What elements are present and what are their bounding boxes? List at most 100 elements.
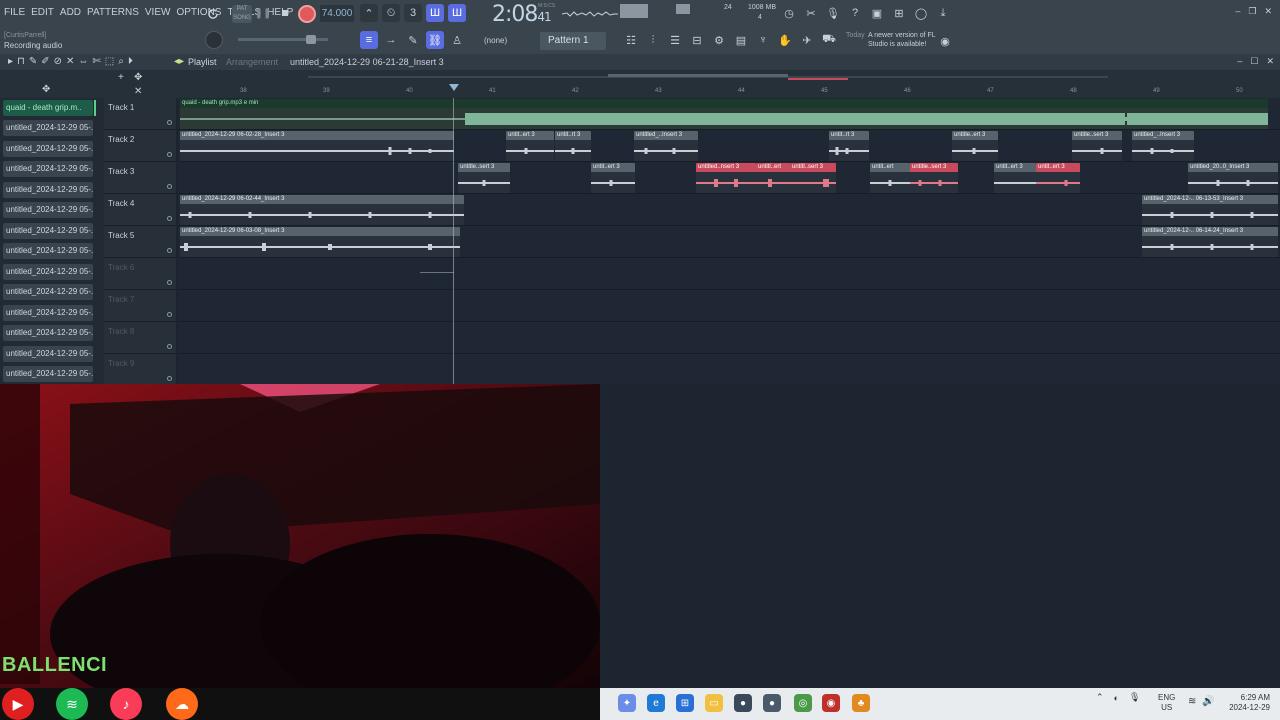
select-icon[interactable]: ⬚ — [105, 56, 114, 67]
track-toggle[interactable] — [167, 280, 172, 285]
mute-icon[interactable]: ✕ — [66, 56, 74, 67]
audio-clip[interactable]: untit..ert 3 — [506, 131, 554, 161]
explorer-icon[interactable]: ▭ — [705, 694, 723, 712]
plugin-picker-icon[interactable]: ⚙ — [710, 31, 728, 49]
piano-roll-icon[interactable]: ☰ — [666, 31, 684, 49]
master-volume-knob[interactable] — [205, 31, 223, 49]
browser-item[interactable]: untitled_2024-12-29 05-.. — [3, 182, 93, 198]
audio-clip[interactable]: untitled_2024-12-.. 06-13-53_Insert 3 — [1142, 195, 1278, 225]
audio-clip[interactable]: untitl..sert 3 — [790, 163, 836, 193]
audio-clip[interactable]: untitle..sert 3 — [910, 163, 958, 193]
browser-icon[interactable]: ⊟ — [688, 31, 706, 49]
track-header[interactable]: Track 9 — [104, 354, 176, 386]
store-icon[interactable]: ⊞ — [676, 694, 694, 712]
playhead-marker[interactable] — [449, 84, 459, 91]
playlist-maximize-icon[interactable]: ☐ — [1250, 56, 1258, 67]
audio-clip[interactable]: untitle..sert 3 — [1072, 131, 1122, 161]
cart-icon[interactable]: ⛟ — [820, 31, 838, 49]
audio-clip[interactable]: quaid - death grip.mp3 e min — [180, 99, 1268, 129]
cut-icon[interactable]: ✂ — [802, 4, 820, 22]
track-toggle[interactable] — [167, 152, 172, 157]
touch-icon[interactable]: ✋ — [776, 31, 794, 49]
mixer-icon[interactable]: ⫶ — [644, 31, 662, 49]
audio-clip[interactable]: untit..ert — [870, 163, 910, 193]
globe-icon[interactable]: ◉ — [936, 32, 954, 50]
track-toggle[interactable] — [167, 376, 172, 381]
browser-item[interactable]: untitled_2024-12-29 05-.. — [3, 141, 93, 157]
step-edit-icon[interactable]: Ш — [426, 4, 444, 22]
channel-rack-icon[interactable]: ☷ — [622, 31, 640, 49]
wait-icon[interactable]: ⏲ — [382, 4, 400, 22]
timeline-ruler[interactable]: 38 39 40 41 42 43 44 45 46 47 48 49 50 — [178, 70, 1280, 98]
browser-item[interactable]: untitled_2024-12-29 05-.. — [3, 264, 93, 280]
pattern-song-toggle[interactable]: PAT SONG — [232, 5, 252, 23]
audio-clip[interactable]: untitled_2024-12-29 06-02-44_Insert 3 — [180, 195, 464, 225]
refresh-icon[interactable] — [204, 5, 222, 23]
browser-item[interactable]: untitled_2024-12-29 05-.. — [3, 243, 93, 259]
delete-icon[interactable]: ⊘ — [54, 56, 62, 67]
countdown-icon[interactable]: 3 — [404, 4, 422, 22]
wifi-icon[interactable]: ≋ — [1188, 696, 1196, 707]
audio-clip[interactable]: untit..ert 3 — [591, 163, 635, 193]
stop-button[interactable] — [278, 6, 292, 20]
track-header[interactable]: Track 2 — [104, 130, 176, 162]
track-header[interactable]: Track 1 — [104, 98, 176, 130]
browser-item[interactable]: untitled_2024-12-29 05-.. — [3, 284, 93, 300]
magnet-icon[interactable]: ⊓ — [17, 56, 25, 67]
playlist-icon[interactable]: ≡ — [360, 31, 378, 49]
snap-selector[interactable]: (none) — [480, 33, 528, 49]
clock-icon[interactable]: ◷ — [780, 4, 798, 22]
expand-icon[interactable]: ✥ — [134, 72, 142, 83]
browser-item[interactable]: untitled_2024-12-29 05-.. — [3, 366, 93, 382]
menu-edit[interactable]: EDIT — [31, 7, 54, 18]
menu-view[interactable]: VIEW — [145, 7, 171, 18]
track-toggle[interactable] — [167, 216, 172, 221]
fl-studio-icon[interactable]: ♣ — [852, 694, 870, 712]
audio-clip[interactable]: untit..ert 3 — [1036, 163, 1080, 193]
audio-clip[interactable]: untitled_2024-12-.. 06-14-24_Insert 3 — [1142, 227, 1278, 257]
track-header[interactable]: Track 7 — [104, 290, 176, 322]
restore-icon[interactable]: ❐ — [1248, 6, 1256, 17]
obs-icon[interactable]: ◉ — [822, 694, 840, 712]
blend-notes-icon[interactable]: Ш — [448, 4, 466, 22]
browser-item[interactable]: untitled_2024-12-29 05-.. — [3, 223, 93, 239]
help-icon[interactable]: ? — [846, 4, 864, 22]
audio-clip[interactable]: untitle..sert 3 — [458, 163, 510, 193]
tempo-display[interactable]: 74.000 — [320, 5, 354, 22]
zoom-icon[interactable]: ⌕ — [118, 56, 124, 67]
chat-icon[interactable]: ◯ — [912, 4, 930, 22]
track-toggle[interactable] — [167, 344, 172, 349]
tray-mic-icon[interactable]: 🎙 — [1129, 692, 1140, 703]
soundcloud-icon[interactable]: ☁ — [166, 688, 198, 720]
menu-add[interactable]: ADD — [60, 7, 81, 18]
menu-patterns[interactable]: PATTERNS — [87, 7, 139, 18]
pattern-selector[interactable]: Pattern 1 — [540, 32, 606, 50]
chrome-icon[interactable]: ◎ — [794, 694, 812, 712]
audio-clip[interactable]: untit..rt 3 — [829, 131, 869, 161]
track-header[interactable]: Track 4 — [104, 194, 176, 226]
arrow-icon[interactable]: ▸ — [8, 56, 13, 67]
volume-icon[interactable]: 🔊 — [1202, 696, 1214, 707]
track-header[interactable]: Track 3 — [104, 162, 176, 194]
move-icon[interactable]: ✥ — [42, 84, 50, 95]
minimize-icon[interactable]: – — [1235, 6, 1240, 17]
track-header[interactable]: Track 6 — [104, 258, 176, 290]
plugin-icon[interactable]: ⊞ — [890, 4, 908, 22]
audio-clip[interactable]: untit..ert 3 — [994, 163, 1036, 193]
apple-music-icon[interactable]: ♪ — [110, 688, 142, 720]
bird-icon[interactable]: ✈ — [798, 31, 816, 49]
menu-file[interactable]: FILE — [4, 7, 25, 18]
news-message[interactable]: A newer version of FL Studio is availabl… — [868, 31, 938, 49]
app-icon[interactable]: ● — [734, 694, 752, 712]
track-header[interactable]: Track 8 — [104, 322, 176, 354]
playlist-close-icon[interactable]: ✕ — [1266, 56, 1274, 67]
app2-icon[interactable]: ● — [763, 694, 781, 712]
audio-clip[interactable]: untitled_20..0_Insert 3 — [1188, 163, 1278, 193]
arrow-right-icon[interactable]: → — [382, 31, 400, 49]
audio-clip[interactable]: untitled..nsert 3 — [696, 163, 756, 193]
mic-icon[interactable]: 🎙 — [824, 4, 842, 22]
browser-item[interactable]: untitled_2024-12-29 05-.. — [3, 161, 93, 177]
link-icon[interactable]: ⛓ — [426, 31, 444, 49]
track-toggle[interactable] — [167, 120, 172, 125]
playlist-minimize-icon[interactable]: – — [1237, 56, 1242, 67]
